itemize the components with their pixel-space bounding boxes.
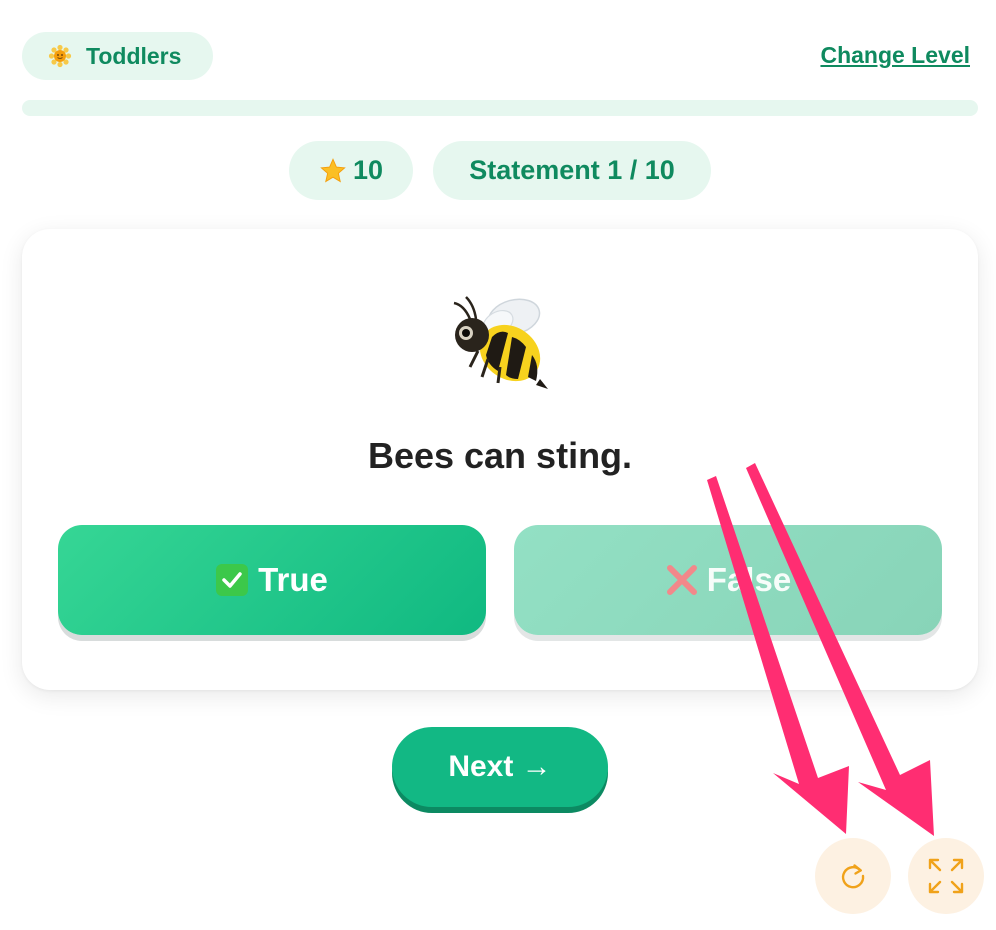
level-label: Toddlers <box>86 42 182 69</box>
fullscreen-icon <box>928 858 964 894</box>
statement-text: Bees can sting. <box>367 435 633 476</box>
next-button-label: Next → <box>448 750 552 783</box>
false-button[interactable]: False <box>514 525 942 635</box>
star-icon <box>320 157 346 182</box>
question-card: Bees can sting. True False <box>22 229 978 690</box>
reload-icon <box>841 864 865 889</box>
change-level-link[interactable]: Change Level <box>820 42 970 69</box>
quiz-page: Toddlers Change Level 10 Statement 1 / 1… <box>0 0 996 930</box>
sun-flower-icon <box>48 44 72 68</box>
statement-counter-label: Statement 1 / 10 <box>469 155 675 185</box>
check-mark-icon <box>216 564 249 596</box>
false-button-label: False <box>706 561 792 598</box>
next-button[interactable]: Next → <box>392 727 608 807</box>
true-button[interactable]: True <box>58 525 486 635</box>
reload-button[interactable] <box>815 838 891 914</box>
bee-icon <box>453 296 548 389</box>
fullscreen-button[interactable] <box>908 838 984 914</box>
stars-count: 10 <box>352 155 384 185</box>
true-button-label: True <box>258 561 328 598</box>
level-badge: Toddlers <box>22 32 213 80</box>
stars-badge: 10 <box>289 141 413 200</box>
progress-bar <box>22 100 978 116</box>
statement-counter: Statement 1 / 10 <box>433 141 711 200</box>
cross-mark-icon <box>666 565 697 595</box>
